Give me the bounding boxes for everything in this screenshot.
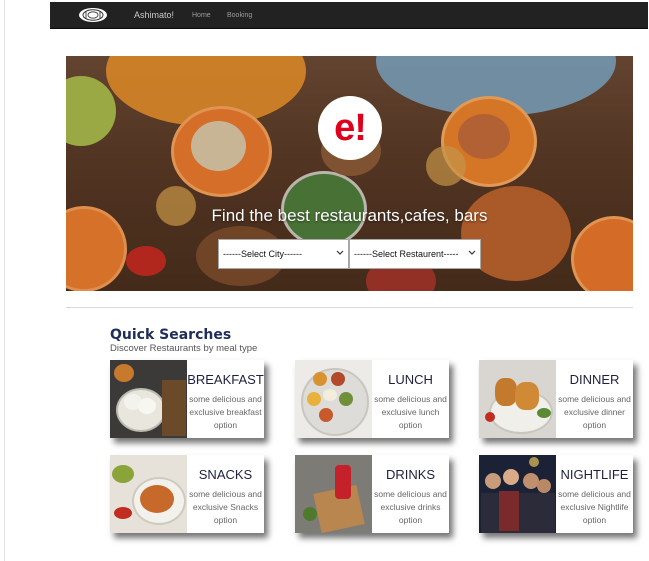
quick-searches-subtitle: Discover Restaurants by meal type (110, 343, 258, 354)
card-title-dinner: DINNER (569, 372, 620, 387)
card-desc-breakfast: some delicious and exclusive breakfast o… (189, 394, 262, 430)
restaurant-select-value: ------Select Restaurent----- (354, 249, 459, 259)
meal-card-lunch[interactable]: LUNCH some delicious and exclusive lunch… (295, 360, 449, 438)
brand-name[interactable]: Ashimato! (134, 10, 174, 20)
card-desc-lunch: some delicious and exclusive lunch optio… (374, 394, 447, 430)
hero-logo-text: e! (334, 106, 367, 149)
chevron-down-icon (468, 250, 476, 255)
top-navbar: Ashimato! Home Booking (50, 2, 648, 29)
plate-cutlery-icon[interactable] (79, 8, 107, 22)
card-title-nightlife: NIGHTLIFE (560, 467, 629, 482)
page-left-border (4, 0, 5, 561)
snacks-image (110, 455, 187, 533)
card-desc-dinner: some delicious and exclusive dinner opti… (558, 394, 631, 430)
dinner-image (479, 360, 556, 438)
hero-banner: e! Find the best restaurants,cafes, bars… (66, 56, 633, 291)
card-title-snacks: SNACKS (198, 467, 253, 482)
card-desc-drinks: some delicious and exclusive drinks opti… (374, 489, 447, 525)
meal-card-drinks[interactable]: DRINKS some delicious and exclusive drin… (295, 455, 449, 533)
card-title-breakfast: BREAKFAST (187, 372, 264, 387)
lunch-image (295, 360, 372, 438)
meal-card-dinner[interactable]: DINNER some delicious and exclusive dinn… (479, 360, 633, 438)
meal-card-snacks[interactable]: SNACKS some delicious and exclusive Snac… (110, 455, 264, 533)
card-desc-snacks: some delicious and exclusive Snacks opti… (189, 489, 262, 525)
meal-card-breakfast[interactable]: BREAKFAST some delicious and exclusive b… (110, 360, 264, 438)
nav-link-home[interactable]: Home (192, 12, 211, 19)
nightlife-image (479, 455, 556, 533)
chevron-down-icon (336, 250, 344, 255)
quick-searches-title: Quick Searches (110, 327, 232, 343)
card-title-drinks: DRINKS (385, 467, 436, 482)
city-select-value: ------Select City------ (223, 249, 302, 259)
hero-logo-badge: e! (318, 96, 382, 160)
hero-tagline: Find the best restaurants,cafes, bars (211, 206, 488, 225)
card-desc-nightlife: some delicious and exclusive Nightlife o… (558, 489, 631, 525)
card-title-lunch: LUNCH (388, 372, 433, 387)
nav-link-booking[interactable]: Booking (227, 12, 252, 19)
restaurant-select[interactable]: ------Select Restaurent----- (349, 239, 481, 269)
meal-card-nightlife[interactable]: NIGHTLIFE some delicious and exclusive N… (479, 455, 633, 533)
city-select[interactable]: ------Select City------ (218, 239, 349, 269)
drinks-image (295, 455, 372, 533)
section-divider (66, 307, 633, 308)
breakfast-image (110, 360, 187, 438)
